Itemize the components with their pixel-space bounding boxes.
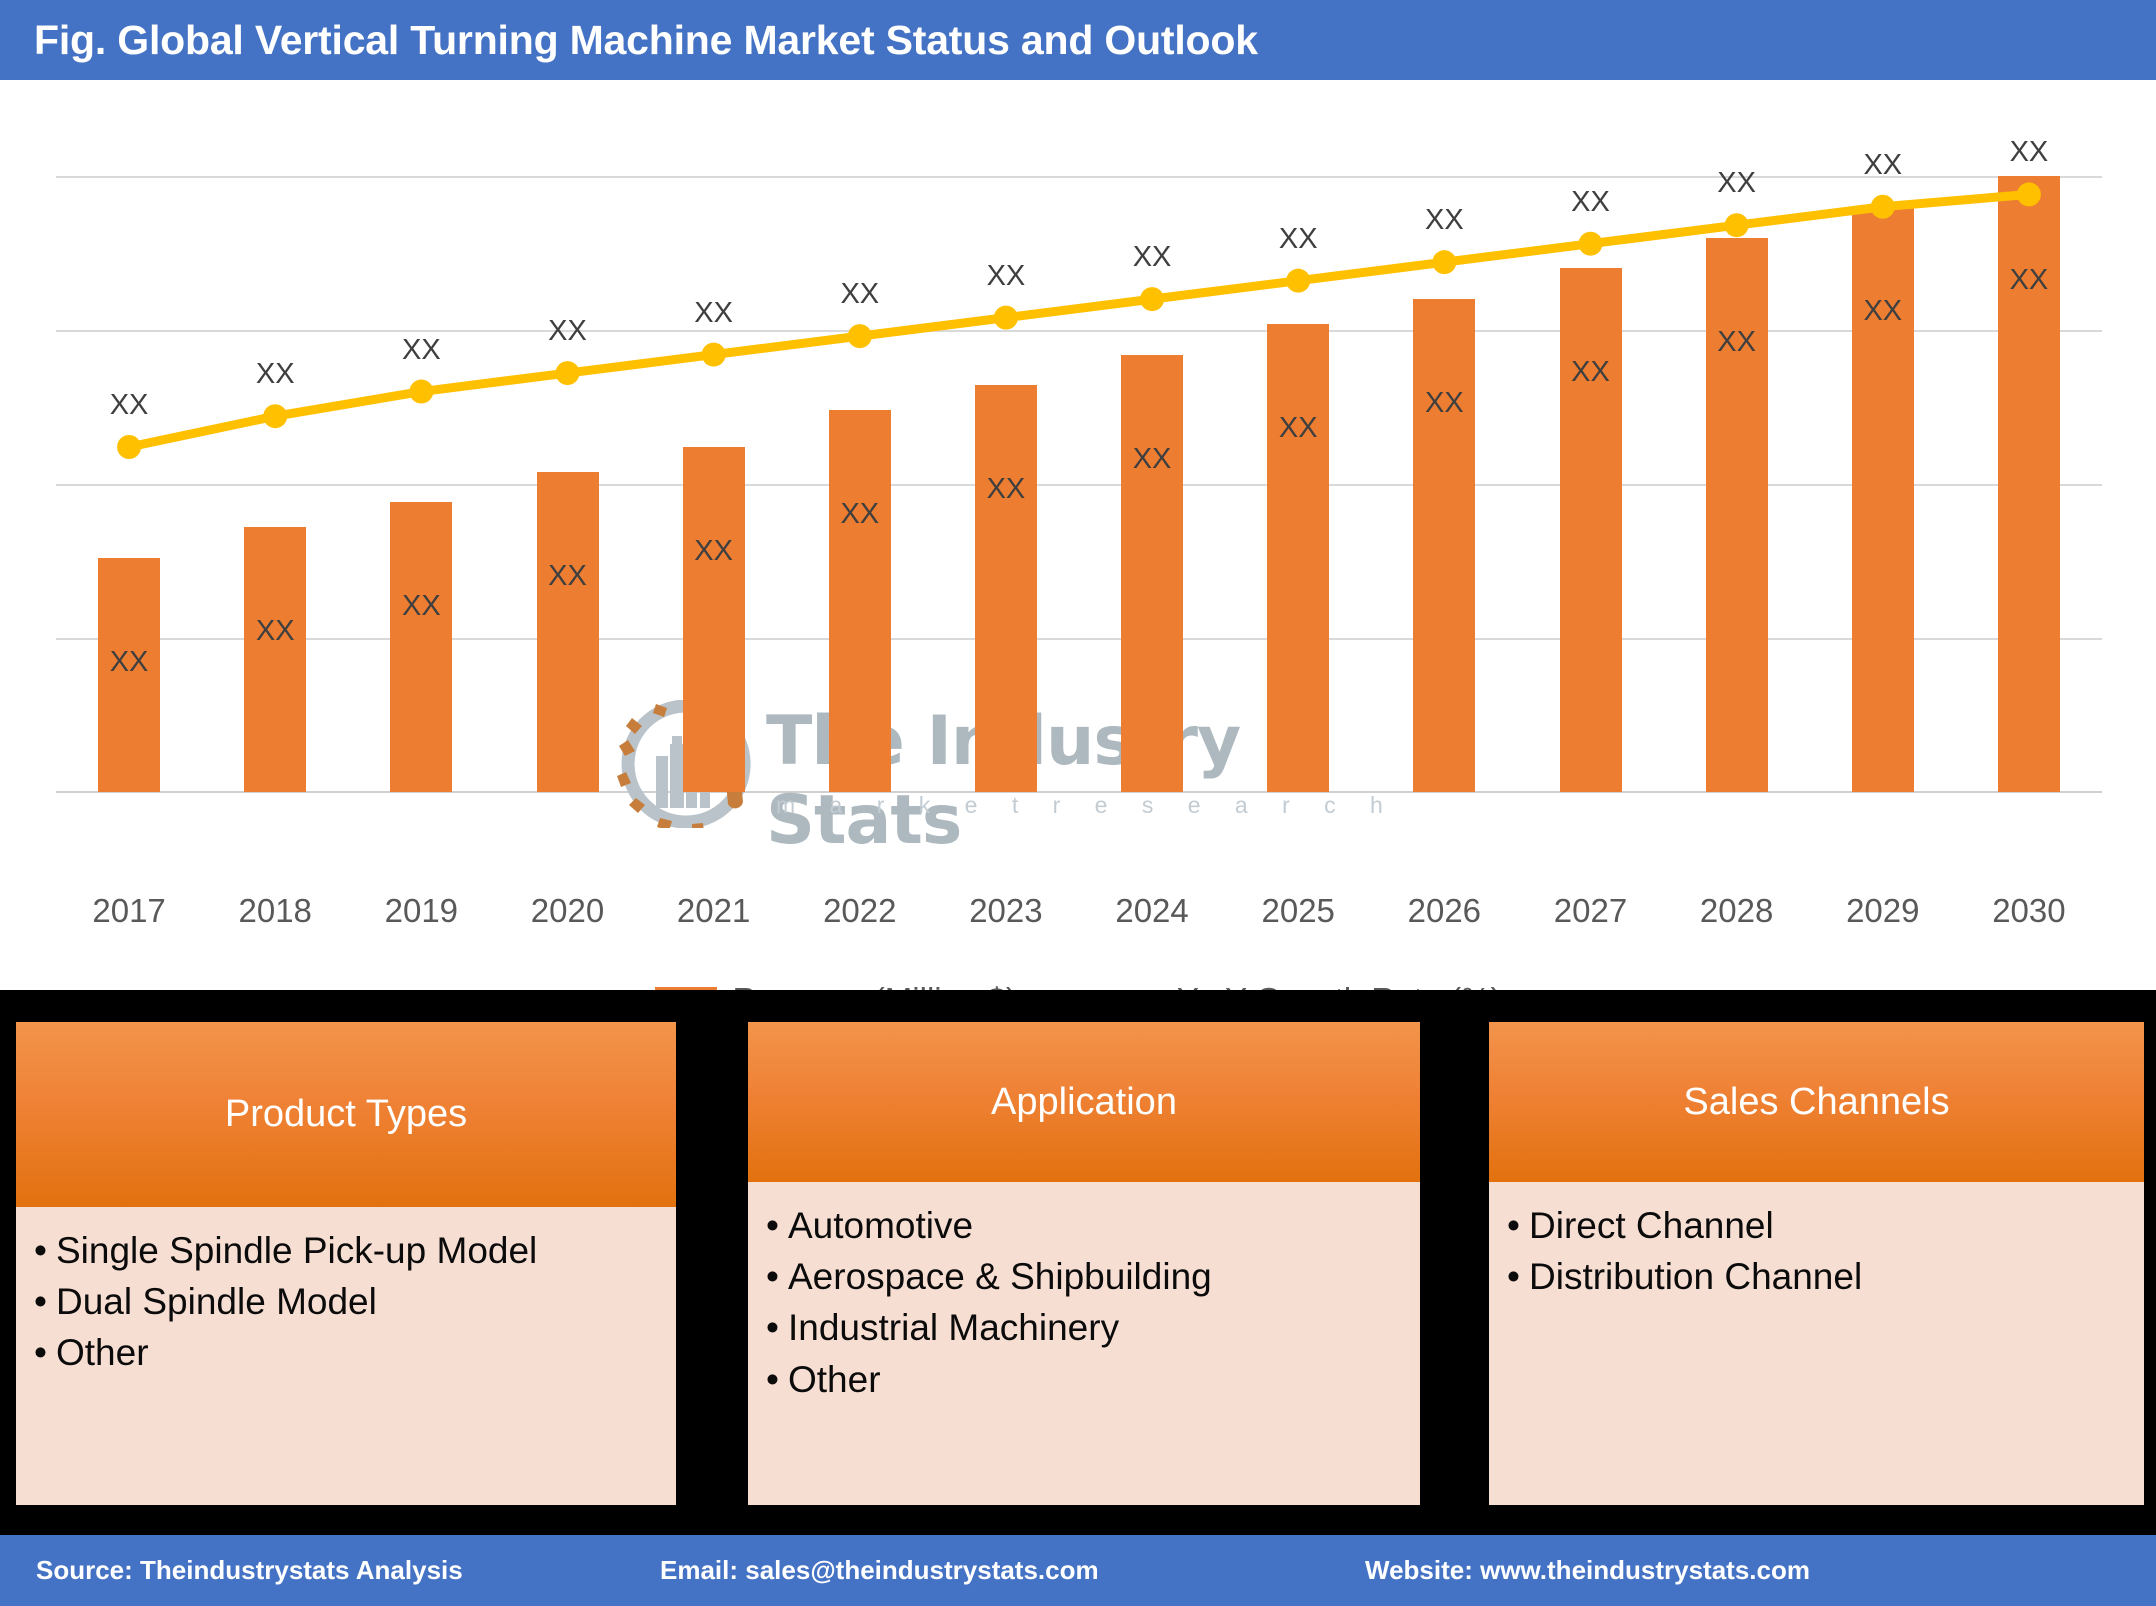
x-axis-tick-label: 2024 xyxy=(1115,892,1189,929)
list-item-label: Industrial Machinery xyxy=(788,1307,1120,1349)
footer-source: Source: Theindustrystats Analysis xyxy=(36,1555,463,1585)
x-axis-tick-label: 2019 xyxy=(384,892,459,929)
panel-header: Product Types xyxy=(16,1022,676,1207)
page-footer: Source: Theindustrystats Analysis Email:… xyxy=(0,1535,2156,1606)
panel-header: Application xyxy=(748,1022,1420,1182)
list-item: • Direct Channel xyxy=(1489,1200,2144,1251)
bullet-icon: • xyxy=(766,1205,779,1246)
growth-value-label: XX xyxy=(986,259,1026,292)
x-axis-tick-label: 2020 xyxy=(530,892,605,929)
bar-value-label: XX xyxy=(694,535,733,567)
footer-website[interactable]: Website: www.theindustrystats.com xyxy=(1365,1555,1810,1586)
list-item-label: Distribution Channel xyxy=(1529,1256,1863,1298)
bar-value-label: XX xyxy=(548,559,587,592)
bar-value-label: XX xyxy=(2009,263,2049,296)
x-axis-tick-label: 2018 xyxy=(238,892,312,929)
chart-data-labels: XX XX XX XX XX XX XX XX XX XX XX XX XX XX XX XX XX XX XX XX… xyxy=(56,102,2102,792)
panel-title: Sales Channels xyxy=(1683,1080,1950,1123)
x-axis-tick-label: 2023 xyxy=(969,892,1043,929)
bar-value-label: XX xyxy=(1278,411,1318,444)
x-axis-tick-label: 2028 xyxy=(1699,892,1774,929)
page-title: Fig. Global Vertical Turning Machine Mar… xyxy=(34,16,1258,63)
bullet-icon: • xyxy=(34,1332,47,1374)
panel-body: • Direct Channel • Distribution Channel xyxy=(1489,1182,2144,1505)
bullet-icon: • xyxy=(34,1230,47,1271)
watermark-tagline: m a r k e t r e s e a r c h xyxy=(776,792,1397,818)
infographic-page: Fig. Global Vertical Turning Machine Mar… xyxy=(0,0,2156,1606)
list-item: • Automotive xyxy=(748,1200,1420,1251)
x-axis-tick-label: 2017 xyxy=(92,892,166,929)
x-axis-tick-label: 2025 xyxy=(1261,892,1335,929)
list-item: • Distribution Channel xyxy=(1489,1251,2144,1302)
list-item: • Industrial Machinery xyxy=(748,1302,1420,1353)
growth-value-label: XX xyxy=(1863,148,1903,181)
growth-value-label: XX xyxy=(402,333,441,366)
x-axis-tick-label: 2029 xyxy=(1846,892,1920,929)
x-axis-tick-label: 2022 xyxy=(823,892,897,929)
growth-value-label: XX xyxy=(1717,167,1756,200)
bar-value-label: XX xyxy=(840,498,880,531)
growth-value-label: XX xyxy=(255,358,295,391)
bar-value-label: XX xyxy=(1571,356,1610,389)
bar-value-label: XX xyxy=(1132,442,1172,475)
segmentation-panel: Product Types • Single Spindle Pick-up Mod… xyxy=(16,1022,676,1505)
list-item: • Aerospace & Shipbuilding xyxy=(748,1251,1420,1302)
bar-value-label: XX xyxy=(986,473,1026,506)
growth-value-label: XX xyxy=(109,389,149,421)
bar-value-label: XX xyxy=(255,615,295,648)
list-item-label: Other xyxy=(788,1358,881,1400)
footer-email[interactable]: Email: sales@theindustrystats.com xyxy=(660,1555,1099,1586)
list-item-label: Other xyxy=(56,1332,149,1374)
bullet-icon: • xyxy=(34,1281,47,1323)
bar-value-label: XX xyxy=(1425,387,1464,420)
panel-body: • Automotive • Aerospace & Shipbuilding • Ind… xyxy=(748,1182,1420,1505)
bar-value-label: XX xyxy=(402,590,441,623)
x-axis-tick-label: 2021 xyxy=(676,892,751,929)
list-item: • Dual Spindle Model xyxy=(16,1276,676,1327)
list-item-label: Aerospace & Shipbuilding xyxy=(788,1256,1212,1298)
page-header: Fig. Global Vertical Turning Machine Mar… xyxy=(0,0,2156,80)
growth-value-label: XX xyxy=(2009,136,2049,169)
list-item-label: Dual Spindle Model xyxy=(56,1281,377,1323)
x-axis-tick-label: 2026 xyxy=(1407,892,1482,929)
list-item-label: Direct Channel xyxy=(1529,1205,1774,1246)
growth-value-label: XX xyxy=(1571,185,1610,218)
bar-value-label: XX xyxy=(1717,325,1756,358)
growth-value-label: XX xyxy=(1425,204,1464,237)
segmentation-panel: Application • Automotive • Aerospace & Shipb… xyxy=(748,1022,1420,1505)
bar-value-label: XX xyxy=(109,645,149,678)
list-item: • Single Spindle Pick-up Model xyxy=(16,1225,676,1276)
bullet-icon: • xyxy=(766,1256,779,1298)
bullet-icon: • xyxy=(1507,1205,1520,1246)
bullet-icon: • xyxy=(766,1307,779,1349)
x-axis-tick-label: 2027 xyxy=(1553,892,1628,929)
bullet-icon: • xyxy=(766,1358,779,1400)
panel-title: Application xyxy=(991,1080,1177,1123)
growth-value-label: XX xyxy=(694,296,733,329)
segmentation-panels: Product Types • Single Spindle Pick-up Mod… xyxy=(0,990,2156,1535)
segmentation-panel: Sales Channels • Direct Channel • Distributi… xyxy=(1489,1022,2144,1505)
panel-header: Sales Channels xyxy=(1489,1022,2144,1182)
chart-card: The Industry Stats m a r k e t r e s e a… xyxy=(0,80,2156,1018)
bar-value-label: XX xyxy=(1863,294,1903,327)
panel-title: Product Types xyxy=(224,1093,468,1135)
growth-value-label: XX xyxy=(1278,222,1318,255)
list-item-label: Single Spindle Pick-up Model xyxy=(56,1230,538,1271)
list-item: • Other xyxy=(748,1354,1420,1405)
list-item: • Other xyxy=(16,1327,676,1378)
panel-body: • Single Spindle Pick-up Model • Dual Spind… xyxy=(16,1207,676,1505)
growth-value-label: XX xyxy=(1132,241,1172,274)
chart-plot-area: The Industry Stats m a r k e t r e s e a… xyxy=(56,102,2102,860)
list-item-label: Automotive xyxy=(788,1205,974,1246)
chart-x-axis: 2017 2018 2019 2020 2021 2022 2023 2024 2025 2026… xyxy=(56,892,2102,940)
growth-value-label: XX xyxy=(548,315,587,348)
x-axis-tick-label: 2030 xyxy=(1992,892,2066,929)
growth-value-label: XX xyxy=(840,278,880,311)
bullet-icon: • xyxy=(1507,1256,1520,1298)
